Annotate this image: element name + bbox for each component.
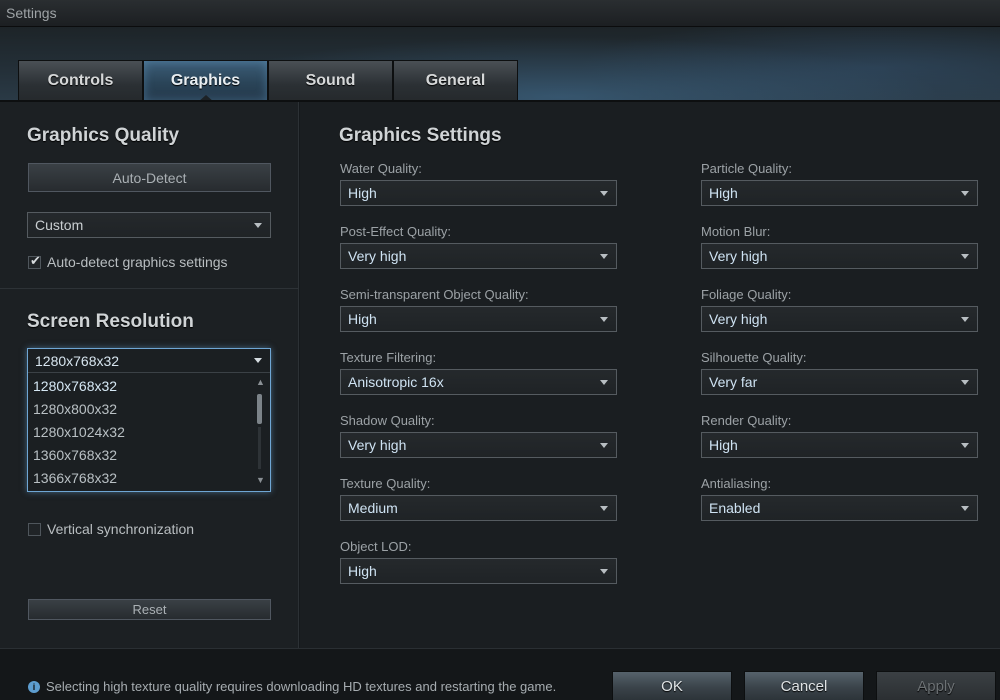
ok-button[interactable]: OK <box>612 671 732 700</box>
post-effect-quality-label: Post-Effect Quality: <box>340 224 452 239</box>
shadow-quality-label: Shadow Quality: <box>340 413 435 428</box>
water-quality-select[interactable]: High <box>340 180 617 206</box>
motion-blur-label: Motion Blur: <box>701 224 771 239</box>
left-divider <box>0 288 299 289</box>
reset-button[interactable]: Reset <box>28 599 271 620</box>
water-quality-value: High <box>348 185 377 201</box>
scroll-down-icon[interactable]: ▼ <box>256 475 265 485</box>
water-quality-label: Water Quality: <box>340 161 422 176</box>
resolution-selected-value: 1280x768x32 <box>35 352 120 369</box>
texture-filtering-select[interactable]: Anisotropic 16x <box>340 369 617 395</box>
resolution-scrollbar[interactable]: ▲ ▼ <box>255 375 267 489</box>
chevron-down-icon <box>254 223 262 228</box>
texture-filtering-label: Texture Filtering: <box>340 350 437 365</box>
chevron-down-icon <box>600 380 608 385</box>
resolution-select[interactable]: 1280x768x32 <box>28 349 270 373</box>
graphics-settings-heading: Graphics Settings <box>339 125 502 146</box>
tab-sound[interactable]: Sound <box>268 60 393 101</box>
object-lod-select[interactable]: High <box>340 558 617 584</box>
resolution-option[interactable]: 1280x800x32 <box>32 398 252 420</box>
foliage-quality-select[interactable]: Very high <box>701 306 978 332</box>
semi-transparent-quality-label: Semi-transparent Object Quality: <box>340 287 529 302</box>
tab-graphics[interactable]: Graphics <box>143 60 268 102</box>
shadow-quality-value: Very high <box>348 437 407 453</box>
motion-blur-select[interactable]: Very high <box>701 243 978 269</box>
checkbox-unchecked <box>28 522 41 536</box>
chevron-down-icon <box>600 317 608 322</box>
shadow-quality-select[interactable]: Very high <box>340 432 617 458</box>
particle-quality-select[interactable]: High <box>701 180 978 206</box>
chevron-down-icon <box>961 506 969 511</box>
footer-bar: i Selecting high texture quality require… <box>0 648 1000 700</box>
silhouette-quality-value: Very far <box>709 374 758 390</box>
graphics-quality-heading: Graphics Quality <box>27 125 180 146</box>
title-bar: Settings <box>0 0 1000 27</box>
chevron-down-icon <box>600 254 608 259</box>
chevron-down-icon <box>961 254 969 259</box>
checkbox-checked: ✔ <box>28 252 41 269</box>
texture-filtering-value: Anisotropic 16x <box>348 374 444 390</box>
resolution-option[interactable]: 1280x768x32 <box>32 375 252 397</box>
chevron-down-icon <box>600 569 608 574</box>
chevron-down-icon <box>600 443 608 448</box>
silhouette-quality-label: Silhouette Quality: <box>701 350 807 365</box>
semi-transparent-quality-select[interactable]: High <box>340 306 617 332</box>
resolution-option[interactable]: 1280x1024x32 <box>32 421 252 443</box>
info-icon: i <box>28 680 40 693</box>
apply-button[interactable]: Apply <box>876 671 996 700</box>
antialiasing-value: Enabled <box>709 500 761 516</box>
window-title: Settings <box>6 5 57 21</box>
particle-quality-label: Particle Quality: <box>701 161 793 176</box>
foliage-quality-label: Foliage Quality: <box>701 287 792 302</box>
resolution-option[interactable]: 1360x768x32 <box>32 444 252 466</box>
scroll-up-icon[interactable]: ▲ <box>256 377 265 387</box>
texture-quality-select[interactable]: Medium <box>340 495 617 521</box>
chevron-down-icon <box>961 380 969 385</box>
object-lod-label: Object LOD: <box>340 539 412 554</box>
render-quality-label: Render Quality: <box>701 413 792 428</box>
antialiasing-select[interactable]: Enabled <box>701 495 978 521</box>
scrollbar-track[interactable] <box>258 427 261 469</box>
tab-general[interactable]: General <box>393 60 518 101</box>
resolution-dropdown[interactable]: 1280x768x32 1280x768x32 1280x800x32 1280… <box>27 348 271 492</box>
chevron-down-icon <box>254 358 262 363</box>
scrollbar-thumb[interactable] <box>257 394 262 424</box>
foliage-quality-value: Very high <box>709 311 768 327</box>
cancel-button[interactable]: Cancel <box>744 671 864 700</box>
antialiasing-label: Antialiasing: <box>701 476 772 491</box>
graphics-preset-select[interactable]: Custom <box>27 212 271 238</box>
chevron-down-icon <box>600 506 608 511</box>
render-quality-value: High <box>709 437 738 453</box>
motion-blur-value: Very high <box>709 248 768 264</box>
semi-transparent-quality-value: High <box>348 311 377 327</box>
tab-controls[interactable]: Controls <box>18 60 143 101</box>
chevron-down-icon <box>961 191 969 196</box>
chevron-down-icon <box>961 317 969 322</box>
resolution-option[interactable]: 1366x768x32 <box>32 467 252 489</box>
chevron-down-icon <box>961 443 969 448</box>
tab-bar: Controls Graphics Sound General <box>18 60 518 102</box>
info-notice: i Selecting high texture quality require… <box>28 679 556 694</box>
object-lod-value: High <box>348 563 377 579</box>
auto-detect-checkbox[interactable]: ✔ Auto-detect graphics settings <box>28 252 228 270</box>
particle-quality-value: High <box>709 185 738 201</box>
info-text: Selecting high texture quality requires … <box>46 679 557 694</box>
vsync-checkbox-label: Vertical synchronization <box>47 521 195 537</box>
auto-detect-checkbox-label: Auto-detect graphics settings <box>47 254 228 270</box>
graphics-preset-value: Custom <box>35 217 84 233</box>
checkmark-icon: ✔ <box>30 252 41 268</box>
post-effect-quality-value: Very high <box>348 248 407 264</box>
texture-quality-label: Texture Quality: <box>340 476 431 491</box>
auto-detect-button[interactable]: Auto-Detect <box>28 163 271 192</box>
silhouette-quality-select[interactable]: Very far <box>701 369 978 395</box>
chevron-down-icon <box>600 191 608 196</box>
texture-quality-value: Medium <box>348 500 398 516</box>
render-quality-select[interactable]: High <box>701 432 978 458</box>
post-effect-quality-select[interactable]: Very high <box>340 243 617 269</box>
vsync-checkbox[interactable]: Vertical synchronization <box>28 521 194 537</box>
screen-resolution-heading: Screen Resolution <box>27 311 194 332</box>
